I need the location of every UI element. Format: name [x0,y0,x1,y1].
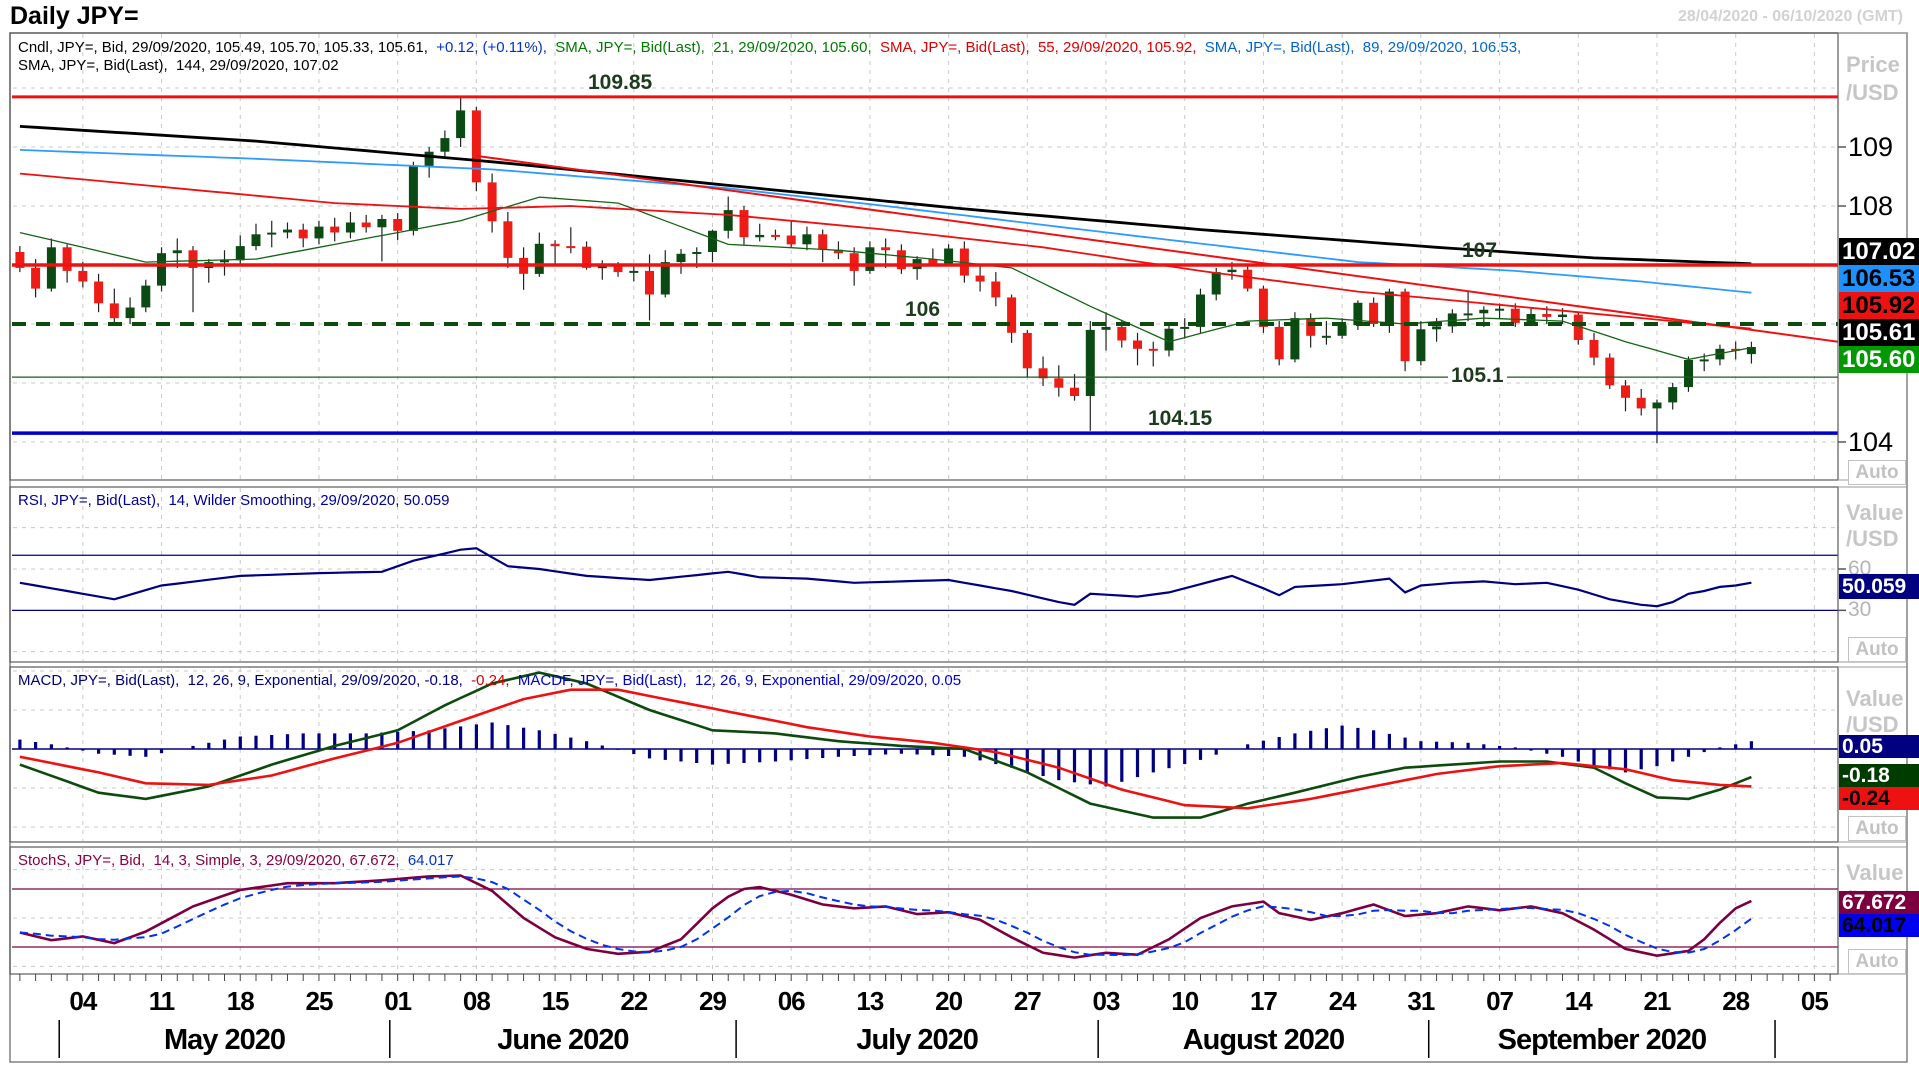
x-axis-day-label: 11 [148,986,176,1016]
legend-segment: StochS, JPY=, Bid, 14, 3, Simple, 3, 29/… [18,852,408,869]
macd-axis-title: Value [1846,686,1904,711]
price-axis-tick: 108 [1848,191,1894,221]
price-axis-badge: 105.61 [1839,319,1919,346]
rsi-axis-title-unit: /USD [1846,526,1899,551]
macd-axis-badge: -0.24 [1839,787,1919,810]
stoch-auto-scale-button[interactable]: Auto [1848,949,1906,974]
x-axis-day-label: 01 [384,986,412,1016]
price-axis-badge: 107.02 [1839,238,1919,265]
price-axis-title: Price [1846,52,1900,77]
price-axis-badge: 106.53 [1839,265,1919,292]
legend-segment: SMA, JPY=, Bid(Last), 55, 29/09/2020, 10… [880,39,1205,56]
macd-legend: MACD, JPY=, Bid(Last), 12, 26, 9, Expone… [18,672,961,690]
legend-segment: 64.017 [407,852,454,869]
price-axis-tick: 104 [1848,427,1894,457]
price-legend-line2: SMA, JPY=, Bid(Last), 144, 29/09/2020, 1… [18,57,339,75]
x-axis-day-label: 15 [541,986,570,1016]
x-axis-day-label: 24 [1328,986,1357,1016]
price-axis-tick: 109 [1848,132,1894,162]
price-legend-line1: Cndl, JPY=, Bid, 29/09/2020, 105.49, 105… [18,39,1521,57]
rsi-axis-tick: 30 [1848,598,1872,622]
price-axis-title-unit: /USD [1846,80,1899,105]
x-axis-day-label: 10 [1171,986,1199,1016]
price-axis-badge: 105.92 [1839,292,1919,319]
x-axis-day-label: 14 [1564,986,1593,1016]
legend-segment: Cndl, JPY=, Bid, 29/09/2020, 105.49, 105… [18,39,437,56]
x-axis-month-label: July 2020 [856,1024,979,1056]
level-label-106: 106 [905,298,941,321]
rsi-axis-title: Value [1846,500,1904,525]
legend-segment: -0.24, [471,672,518,689]
macd-axis-badge: -0.18 [1839,764,1919,787]
x-axis-day-label: 28 [1722,986,1750,1016]
x-axis-day-label: 27 [1013,986,1042,1016]
level-label-109.85: 109.85 [588,70,653,94]
x-axis-month-label: September 2020 [1497,1024,1707,1056]
x-axis-day-label: 22 [620,986,648,1016]
stoch-axis-badge: 67.672 [1839,891,1919,914]
legend-segment: MACDF, JPY=, Bid(Last), 12, 26, 9, Expon… [517,672,962,689]
x-axis-day-label: 29 [699,986,727,1016]
rsi-auto-scale-button[interactable]: Auto [1848,637,1906,662]
macd-auto-scale-button[interactable]: Auto [1848,816,1906,841]
x-axis-day-label: 08 [462,986,491,1016]
legend-segment: SMA, JPY=, Bid(Last), 144, 29/09/2020, 1… [18,57,339,74]
x-axis-day-label: 31 [1407,986,1435,1016]
rsi-legend: RSI, JPY=, Bid(Last), 14, Wilder Smoothi… [18,492,450,510]
x-axis-day-label: 25 [305,986,333,1016]
legend-segment: SMA, JPY=, Bid(Last), 21, 29/09/2020, 10… [555,39,880,56]
x-axis-day-label: 13 [856,986,884,1016]
x-axis-day-label: 06 [777,986,806,1016]
x-axis-day-label: 18 [226,986,255,1016]
x-axis-day-label: 07 [1486,986,1514,1016]
stoch-axis-badge: 64.017 [1839,914,1919,937]
price-axis-badge: 105.60 [1839,346,1919,373]
x-axis-day-label: 17 [1249,986,1278,1016]
chart-window: Daily JPY= 28/04/2020 - 06/10/2020 (GMT)… [0,0,1919,1079]
macd-axis-badge: 0.05 [1839,735,1919,758]
stoch-legend: StochS, JPY=, Bid, 14, 3, Simple, 3, 29/… [18,852,454,870]
x-axis-month-label: June 2020 [497,1024,629,1056]
level-label-104.15: 104.15 [1148,407,1213,431]
legend-segment: MACD, JPY=, Bid(Last), 12, 26, 9, Expone… [18,672,472,689]
x-axis-day-label: 20 [935,986,963,1016]
x-axis-day-label: 21 [1643,986,1672,1016]
chart-canvas[interactable] [0,0,1919,1079]
x-axis-day-label: 04 [69,986,97,1016]
x-axis-day-label: 05 [1800,986,1829,1016]
legend-segment: RSI, JPY=, Bid(Last), 14, Wilder Smoothi… [18,492,450,509]
x-axis-day-label: 03 [1092,986,1121,1016]
price-auto-scale-button[interactable]: Auto [1848,460,1906,485]
stoch-axis-title: Value [1846,860,1904,885]
level-label-107: 107 [1462,239,1498,262]
legend-segment: +0.12, (+0.11%), [436,39,556,56]
legend-segment: SMA, JPY=, Bid(Last), 89, 29/09/2020, 10… [1204,39,1522,56]
level-label-105.1: 105.1 [1448,364,1507,389]
rsi-axis-badge: 50.059 [1839,574,1919,599]
